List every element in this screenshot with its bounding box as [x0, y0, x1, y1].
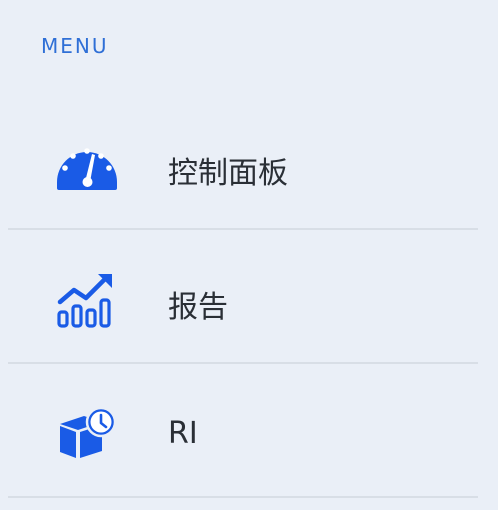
report-chart-icon — [54, 272, 120, 328]
menu-header: MENU — [41, 34, 109, 58]
menu-item-reports[interactable]: 报告 — [8, 230, 478, 364]
menu-item-label: 报告 — [168, 290, 228, 325]
box-clock-icon — [54, 406, 120, 462]
dashboard-gauge-icon — [54, 138, 120, 194]
menu-item-dashboard[interactable]: 控制面板 — [8, 96, 478, 230]
menu-item-ri[interactable]: RI — [8, 364, 478, 498]
menu-item-label: RI — [168, 416, 198, 451]
menu-list: 控制面板 报告 RI — [8, 96, 478, 498]
menu-item-label: 控制面板 — [168, 156, 288, 191]
